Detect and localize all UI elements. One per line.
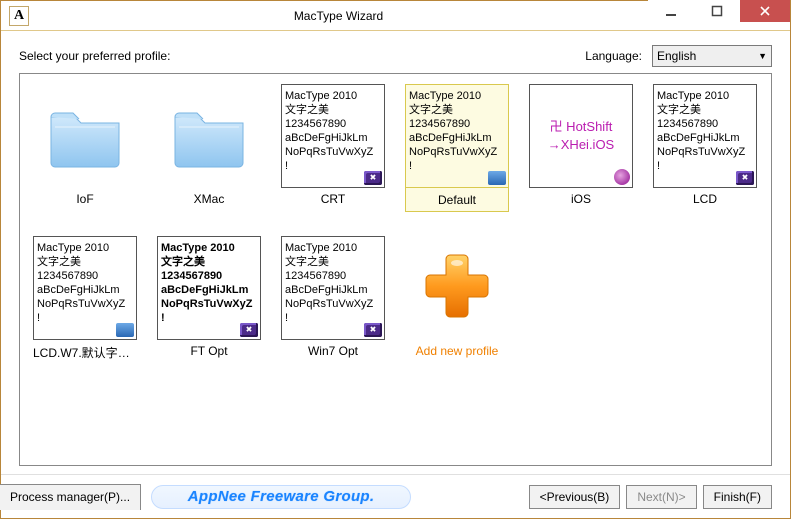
process-manager-button[interactable]: Process manager(P)... — [0, 484, 141, 510]
profile-preview: 卍 HotShift→XHei.iOS — [529, 84, 633, 188]
appnee-badge: AppNee Freeware Group. — [151, 485, 411, 509]
profile-preview: MacType 2010文字之美1234567890aBcDeFgHiJkLmN… — [653, 84, 757, 188]
language-label: Language: — [585, 49, 642, 63]
purple-badge-icon — [364, 323, 382, 337]
language-select[interactable]: English ▼ — [652, 45, 772, 67]
plus-icon — [405, 236, 509, 340]
profile-gallery[interactable]: IoF XMac MacType 2010文字之美1234567890aBcDeF… — [19, 73, 772, 466]
profile-caption: IoF — [33, 192, 137, 206]
close-button[interactable] — [740, 0, 790, 22]
profile-caption: FT Opt — [157, 344, 261, 358]
profile-tile-addnew[interactable]: Add new profile — [404, 236, 510, 361]
window-controls — [648, 1, 790, 30]
profile-grid: IoF XMac MacType 2010文字之美1234567890aBcDeF… — [32, 84, 763, 361]
language-wrap: Language: English ▼ — [585, 45, 772, 67]
titlebar: A MacType Wizard — [1, 1, 790, 31]
purple-badge-icon — [736, 171, 754, 185]
footer: Process manager(P)... AppNee Freeware Gr… — [1, 474, 790, 518]
caption-box: Add new profile — [405, 340, 509, 358]
caption-box: IoF — [33, 188, 137, 206]
caption-box: FT Opt — [157, 340, 261, 358]
profile-caption: Default — [406, 193, 508, 207]
profile-preview: MacType 2010文字之美1234567890aBcDeFgHiJkLmN… — [281, 236, 385, 340]
window-title: MacType Wizard — [29, 9, 648, 23]
caption-box: CRT — [281, 188, 385, 206]
folder-icon — [157, 84, 261, 188]
language-selected: English — [657, 49, 696, 63]
caption-box: iOS — [529, 188, 633, 206]
maximize-button[interactable] — [694, 0, 740, 22]
caption-box: Win7 Opt — [281, 340, 385, 358]
profile-caption: Win7 Opt — [281, 344, 385, 358]
profile-tile-xmac[interactable]: XMac — [156, 84, 262, 212]
purple-badge-icon — [364, 171, 382, 185]
profile-tile-ios[interactable]: 卍 HotShift→XHei.iOS iOS — [528, 84, 634, 212]
top-row: Select your preferred profile: Language:… — [19, 45, 772, 67]
minimize-button[interactable] — [648, 0, 694, 22]
app-icon: A — [9, 6, 29, 26]
caption-box: LCD.W7.默认字体... — [33, 340, 137, 361]
content-area: Select your preferred profile: Language:… — [1, 31, 790, 466]
footer-left: Process manager(P)... AppNee Freeware Gr… — [1, 484, 411, 510]
next-button[interactable]: Next(N)> — [626, 485, 696, 509]
profile-preview: MacType 2010文字之美1234567890aBcDeFgHiJkLmN… — [405, 84, 509, 188]
profile-caption: XMac — [157, 192, 261, 206]
profile-caption: Add new profile — [405, 344, 509, 358]
profile-preview: MacType 2010文字之美1234567890aBcDeFgHiJkLmN… — [33, 236, 137, 340]
chevron-down-icon: ▼ — [758, 51, 767, 61]
blue-badge-icon — [116, 323, 134, 337]
profile-tile-lcdw7[interactable]: MacType 2010文字之美1234567890aBcDeFgHiJkLmN… — [32, 236, 138, 361]
caption-box: LCD — [653, 188, 757, 206]
profile-tile-iof[interactable]: IoF — [32, 84, 138, 212]
profile-caption: iOS — [529, 192, 633, 206]
folder-icon — [33, 84, 137, 188]
select-profile-label: Select your preferred profile: — [19, 49, 170, 63]
profile-caption: LCD — [653, 192, 757, 206]
caption-box: Default — [405, 187, 509, 212]
caption-box: XMac — [157, 188, 261, 206]
footer-right: <Previous(B) Next(N)> Finish(F) — [529, 485, 772, 509]
purple-badge-icon — [240, 323, 258, 337]
finish-button[interactable]: Finish(F) — [703, 485, 772, 509]
profile-tile-lcd[interactable]: MacType 2010文字之美1234567890aBcDeFgHiJkLmN… — [652, 84, 758, 212]
profile-tile-ftopt[interactable]: MacType 2010文字之美1234567890aBcDeFgHiJkLmN… — [156, 236, 262, 361]
profile-preview: MacType 2010文字之美1234567890aBcDeFgHiJkLmN… — [281, 84, 385, 188]
profile-tile-default[interactable]: MacType 2010文字之美1234567890aBcDeFgHiJkLmN… — [404, 84, 510, 212]
window: A MacType Wizard Select your preferred p… — [0, 0, 791, 519]
profile-caption: CRT — [281, 192, 385, 206]
swirl-badge-icon — [614, 169, 630, 185]
profile-tile-win7opt[interactable]: MacType 2010文字之美1234567890aBcDeFgHiJkLmN… — [280, 236, 386, 361]
profile-caption: LCD.W7.默认字体... — [33, 344, 137, 361]
profile-preview: MacType 2010文字之美1234567890aBcDeFgHiJkLmN… — [157, 236, 261, 340]
blue-badge-icon — [488, 171, 506, 185]
profile-tile-crt[interactable]: MacType 2010文字之美1234567890aBcDeFgHiJkLmN… — [280, 84, 386, 212]
previous-button[interactable]: <Previous(B) — [529, 485, 621, 509]
